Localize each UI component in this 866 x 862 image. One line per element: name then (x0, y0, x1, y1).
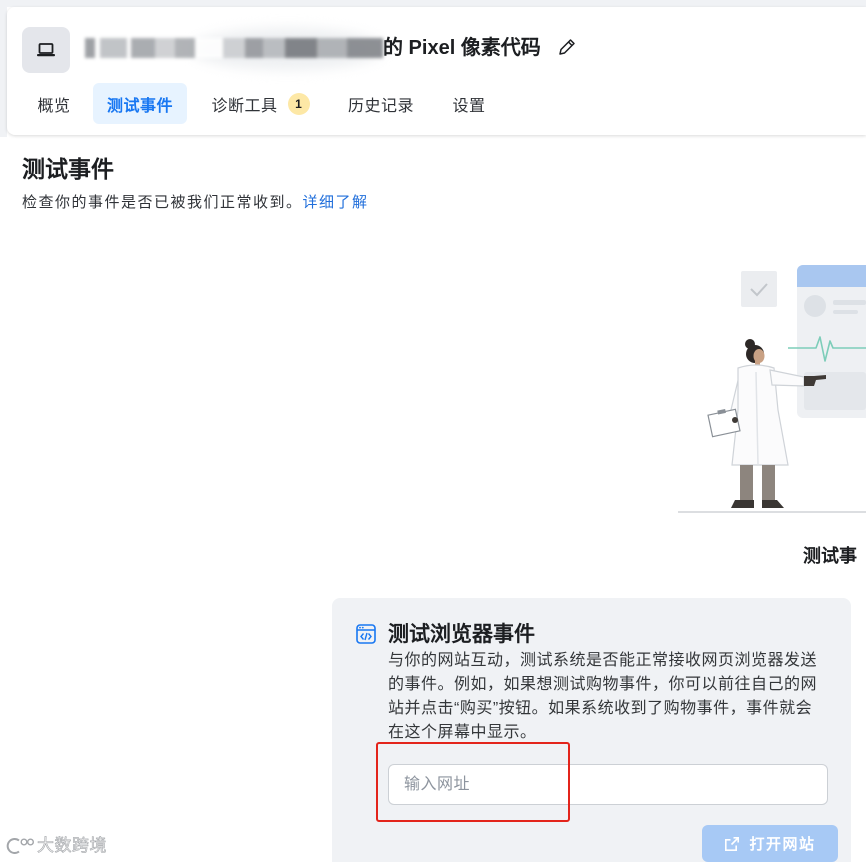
tab-diagnostics[interactable]: 诊断工具 1 (197, 83, 324, 124)
learn-more-link[interactable]: 详细了解 (303, 194, 369, 211)
external-link-icon (725, 836, 740, 851)
test-events-illustration (678, 265, 866, 513)
page-background-top (0, 0, 866, 7)
browser-events-title: 测试浏览器事件 (388, 623, 535, 646)
description-line: 与你的网站互动，测试系统是否能正常接收网页浏览器发送 (388, 652, 818, 669)
tab-label: 测试事件 (106, 97, 173, 115)
section-title: 测试事件 (22, 156, 114, 182)
tab-label: 概览 (37, 97, 71, 115)
browser-code-icon (355, 623, 377, 645)
pencil-icon[interactable] (556, 36, 578, 58)
tab-history[interactable]: 历史记录 (334, 83, 428, 124)
tab-settings[interactable]: 设置 (438, 83, 500, 124)
tab-label: 设置 (452, 97, 486, 115)
url-input[interactable] (388, 764, 828, 805)
description-line: 的事件。例如，如果想测试购物事件，你可以前往自己的网 (388, 676, 818, 693)
redacted-name-blur (85, 38, 383, 58)
pixel-app-icon-box (22, 27, 70, 73)
laptop-icon (37, 43, 55, 57)
check-icon (741, 271, 777, 307)
pixel-title: 的 Pixel 像素代码 (383, 37, 541, 59)
chart-board-graphic (788, 265, 866, 418)
section-subtitle: 检查你的事件是否已被我们正常收到。详细了解 (22, 192, 369, 214)
tab-label: 诊断工具 (211, 97, 278, 115)
browser-events-description: 与你的网站互动，测试系统是否能正常接收网页浏览器发送 的事件。例如，如果想测试购… (388, 649, 817, 745)
description-line: 在这个屏幕中显示。 (388, 724, 537, 741)
tab-overview[interactable]: 概览 (24, 83, 84, 124)
diagnostics-count-badge: 1 (287, 92, 310, 115)
watermark-text: 大数跨境 (37, 836, 107, 856)
tab-test-events[interactable]: 测试事件 (93, 83, 187, 124)
open-website-button[interactable]: 打开网站 (702, 825, 838, 862)
subtitle-text: 检查你的事件是否已被我们正常收到。 (22, 194, 303, 211)
open-website-label: 打开网站 (749, 836, 816, 853)
page-background-left (0, 0, 7, 137)
watermark-logo-icon (6, 838, 35, 854)
tab-label: 历史记录 (347, 97, 414, 115)
description-line: 站并点击“购买”按钮。如果系统收到了购物事件，事件就会 (388, 700, 813, 717)
illustration-caption: 测试事 (803, 546, 857, 566)
